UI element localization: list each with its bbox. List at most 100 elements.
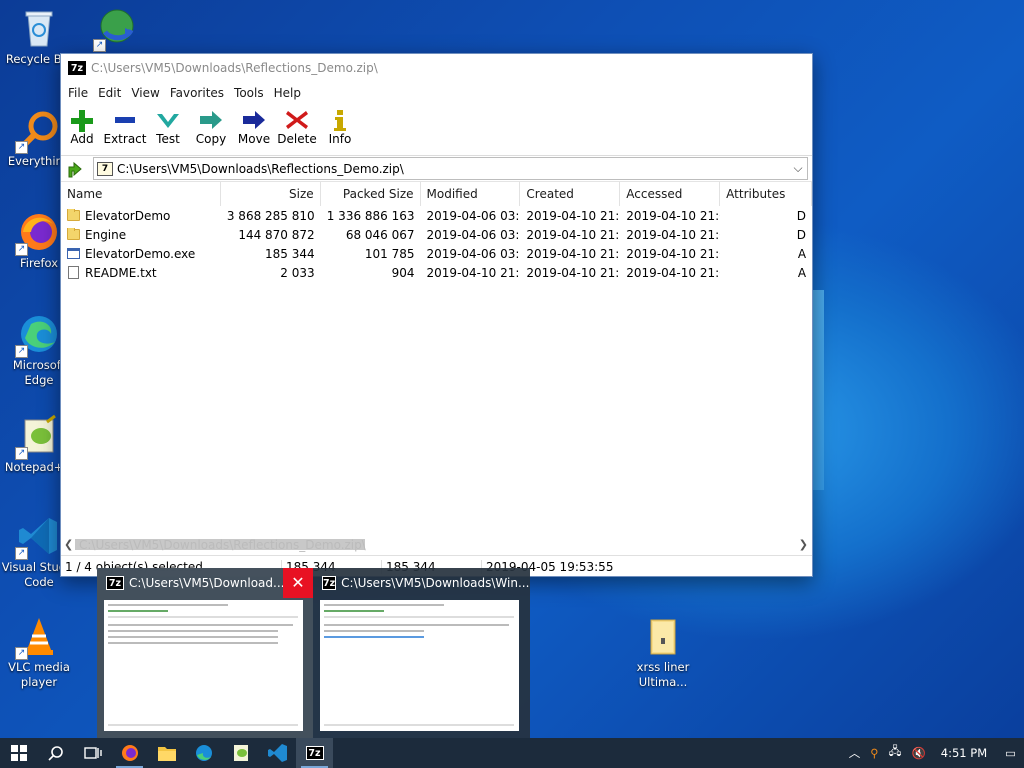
path-combobox[interactable]: 7 C:\Users\VM5\Downloads\Reflections_Dem… xyxy=(93,157,808,180)
delete-label: Delete xyxy=(277,132,317,146)
everything-icon: ↗ xyxy=(15,108,61,154)
7zip-file-manager-window[interactable]: 7z C:\Users\VM5\Downloads\Reflections_De… xyxy=(60,53,813,577)
test-button[interactable]: Test xyxy=(147,104,189,155)
row-modified: 2019-04-06 03:55 xyxy=(426,227,521,242)
clock[interactable]: 4:51 PM xyxy=(931,746,997,760)
shortcut-arrow-icon: ↗ xyxy=(15,647,28,660)
column-name[interactable]: Name xyxy=(61,182,221,206)
row-packed: 101 785 xyxy=(364,246,415,261)
table-row[interactable]: Engine 144 870 872 68 046 067 2019-04-06… xyxy=(61,225,812,244)
row-created: 2019-04-10 21:08 xyxy=(526,265,620,280)
row-size: 185 344 xyxy=(265,246,315,261)
file-list[interactable]: Name Size Packed Size Modified Created A… xyxy=(61,182,812,530)
column-size[interactable]: Size xyxy=(221,182,321,206)
vlc-icon: ↗ xyxy=(15,614,61,660)
taskbar-file-explorer[interactable] xyxy=(148,738,185,768)
row-accessed: 2019-04-10 21:08 xyxy=(626,246,720,261)
firefox-icon: ↗ xyxy=(15,210,61,256)
menu-favorites[interactable]: Favorites xyxy=(165,86,229,100)
check-icon xyxy=(157,114,179,128)
column-modified[interactable]: Modified xyxy=(421,182,521,206)
shortcut-arrow-icon: ↗ xyxy=(15,547,28,560)
up-folder-icon[interactable] xyxy=(65,159,85,179)
table-row[interactable]: ElevatorDemo.exe 185 344 101 785 2019-04… xyxy=(61,244,812,263)
taskbar-notepadpp[interactable] xyxy=(222,738,259,768)
task-view-icon xyxy=(83,747,102,759)
row-modified: 2019-04-10 21:09 xyxy=(426,265,521,280)
menu-edit[interactable]: Edit xyxy=(93,86,126,100)
folder-icon xyxy=(67,208,80,221)
extract-button[interactable]: Extract xyxy=(103,104,147,155)
search-button[interactable] xyxy=(37,738,74,768)
row-created: 2019-04-10 21:08 xyxy=(526,246,620,261)
row-name: ElevatorDemo.exe xyxy=(85,246,196,261)
archive-icon: 7 xyxy=(97,161,113,176)
menu-help[interactable]: Help xyxy=(269,86,306,100)
taskbar-vscode[interactable] xyxy=(259,738,296,768)
menu-tools[interactable]: Tools xyxy=(229,86,269,100)
window-titlebar[interactable]: 7z C:\Users\VM5\Downloads\Reflections_De… xyxy=(61,54,812,82)
start-button[interactable] xyxy=(0,738,37,768)
row-created: 2019-04-10 21:08 xyxy=(526,227,620,242)
shortcut-arrow-icon: ↗ xyxy=(93,39,106,52)
firefox-icon xyxy=(121,745,138,761)
folder-icon xyxy=(67,227,80,240)
copy-arrow-icon xyxy=(200,111,222,129)
thumbnail-title: C:\Users\VM5\Downloads\Win... xyxy=(341,576,530,590)
desktop-icon-idm[interactable]: ↗ xyxy=(78,6,156,52)
taskbar-edge[interactable] xyxy=(185,738,222,768)
chevron-down-icon[interactable]: ⌵ xyxy=(789,161,807,176)
row-attributes: A xyxy=(797,246,807,261)
delete-button[interactable]: Delete xyxy=(275,104,319,155)
drag-ghost-text: C:\Users\VM5\Downloads\Reflections_Demo.… xyxy=(79,538,366,552)
edge-icon: ↗ xyxy=(15,312,61,358)
desktop-icon-zip-folder[interactable]: xrss liner Ultima... xyxy=(624,614,702,690)
chevron-up-icon[interactable]: ︿ xyxy=(844,745,866,761)
add-button[interactable]: Add xyxy=(61,104,103,155)
thumbnail-preview xyxy=(104,600,303,731)
info-label: Info xyxy=(328,132,352,146)
menu-file[interactable]: File xyxy=(63,86,93,100)
recycle-bin-icon xyxy=(17,6,61,50)
notifications-icon[interactable]: ▭ xyxy=(997,746,1024,760)
everything-tray-icon[interactable]: ⚲ xyxy=(865,746,883,760)
table-row[interactable]: ElevatorDemo 3 868 285 810 1 336 886 163… xyxy=(61,206,812,225)
row-attributes: D xyxy=(796,208,807,223)
list-header: Name Size Packed Size Modified Created A… xyxy=(61,182,812,206)
copy-button[interactable]: Copy xyxy=(189,104,233,155)
volume-muted-icon[interactable]: 🔇 xyxy=(906,746,930,760)
exe-icon xyxy=(67,248,80,259)
column-created[interactable]: Created xyxy=(520,182,621,206)
info-icon xyxy=(334,110,346,131)
taskbar-7zip[interactable]: 7z xyxy=(296,738,333,768)
menu-view[interactable]: View xyxy=(126,86,164,100)
7zip-icon: 7z xyxy=(322,576,337,590)
shortcut-arrow-icon: ↗ xyxy=(15,345,28,358)
taskbar-firefox[interactable] xyxy=(111,738,148,768)
info-button[interactable]: Info xyxy=(319,104,361,155)
column-accessed[interactable]: Accessed xyxy=(620,182,721,206)
close-icon[interactable]: ✕ xyxy=(283,568,313,598)
row-modified: 2019-04-06 03:53 xyxy=(426,246,521,261)
network-icon[interactable]: 🖧 xyxy=(884,744,907,763)
row-modified: 2019-04-06 03:55 xyxy=(426,208,521,223)
move-button[interactable]: Move xyxy=(233,104,275,155)
thumbnail-window-2[interactable]: 7z C:\Users\VM5\Downloads\Win... xyxy=(313,568,529,738)
thumbnail-window-1[interactable]: 7z C:\Users\VM5\Download... ✕ xyxy=(97,568,313,738)
notepad-plus-icon: ↗ xyxy=(15,414,61,460)
system-tray: ︿ ⚲ 🖧 🔇 4:51 PM ▭ xyxy=(844,744,1024,763)
desktop-icon-label: VLC media player xyxy=(8,660,70,689)
scroll-right-icon[interactable]: ❯ xyxy=(799,538,808,551)
desktop-icon-vlc[interactable]: ↗ VLC media player xyxy=(0,614,78,690)
row-accessed: 2019-04-10 21:08 xyxy=(626,227,720,242)
horizontal-scrollbar[interactable]: ❮ C:\Users\VM5\Downloads\Reflections_Dem… xyxy=(61,536,812,553)
column-attributes[interactable]: Attributes xyxy=(720,182,812,206)
scroll-left-icon[interactable]: ❮ xyxy=(64,538,73,551)
shortcut-arrow-icon: ↗ xyxy=(15,447,28,460)
vscode-icon xyxy=(267,744,287,762)
task-view-button[interactable] xyxy=(74,738,111,768)
row-created: 2019-04-10 21:08 xyxy=(526,208,620,223)
shortcut-arrow-icon: ↗ xyxy=(15,243,28,256)
table-row[interactable]: README.txt 2 033 904 2019-04-10 21:09 20… xyxy=(61,263,812,282)
column-packed-size[interactable]: Packed Size xyxy=(321,182,421,206)
